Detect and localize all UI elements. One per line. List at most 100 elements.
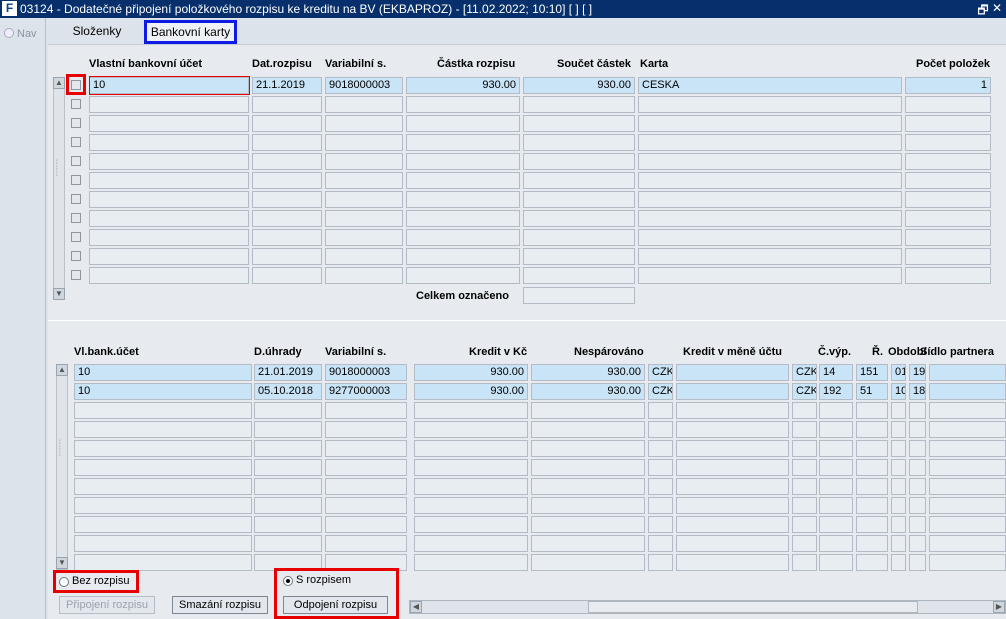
table2-cell[interactable] <box>929 459 1006 476</box>
table2-cell[interactable] <box>531 554 645 571</box>
table2-cell[interactable]: 10 <box>74 383 252 400</box>
table2-cell[interactable] <box>891 554 906 571</box>
table1-cell[interactable] <box>905 172 991 189</box>
table2-cell[interactable] <box>819 478 853 495</box>
table2-header[interactable]: Kredit v měně účtu <box>683 346 782 358</box>
table1-cell[interactable] <box>325 248 403 265</box>
table2-cell[interactable] <box>531 516 645 533</box>
row-select-checkbox[interactable] <box>71 213 81 223</box>
table1-cell[interactable] <box>89 153 249 170</box>
table2-cell[interactable] <box>891 440 906 457</box>
row-select-checkbox[interactable] <box>71 251 81 261</box>
table2-cell[interactable] <box>648 421 673 438</box>
table1-cell[interactable] <box>406 229 520 246</box>
table2-cell[interactable] <box>909 535 926 552</box>
table2-cell[interactable] <box>414 440 528 457</box>
table2-cell[interactable] <box>929 497 1006 514</box>
table2-header[interactable]: Kredit v Kč <box>469 346 527 358</box>
table2-cell[interactable] <box>676 364 789 381</box>
table1-cell[interactable] <box>406 267 520 284</box>
table1-cell[interactable] <box>89 191 249 208</box>
table2-cell[interactable] <box>792 516 817 533</box>
table2-cell[interactable]: 930.00 <box>414 383 528 400</box>
table1-cell[interactable] <box>89 134 249 151</box>
table2-cell[interactable] <box>891 459 906 476</box>
table2-cell[interactable] <box>891 497 906 514</box>
table2-cell[interactable] <box>819 516 853 533</box>
table2-cell[interactable] <box>74 402 252 419</box>
table1-cell[interactable] <box>406 115 520 132</box>
table2-cell[interactable] <box>819 554 853 571</box>
table2-cell[interactable] <box>648 440 673 457</box>
table1-cell[interactable] <box>252 96 322 113</box>
table2-cell[interactable] <box>929 516 1006 533</box>
table2-header[interactable]: Vl.bank.účet <box>74 346 139 358</box>
table2-cell[interactable] <box>909 459 926 476</box>
table2-cell[interactable]: 10 <box>891 383 906 400</box>
table1-cell[interactable] <box>252 229 322 246</box>
table2-cell[interactable]: 14 <box>819 364 853 381</box>
table2-cell[interactable] <box>929 402 1006 419</box>
table2-cell[interactable] <box>414 478 528 495</box>
table2-cell[interactable] <box>891 421 906 438</box>
table2-cell[interactable] <box>856 421 888 438</box>
table2-cell[interactable] <box>74 478 252 495</box>
table2-cell[interactable] <box>792 478 817 495</box>
table2-cell[interactable]: 930.00 <box>414 364 528 381</box>
table2-cell[interactable] <box>929 478 1006 495</box>
table1-header[interactable]: Součet částek <box>557 58 631 70</box>
table1-cell[interactable]: 1 <box>905 77 991 94</box>
table2-cell[interactable] <box>531 402 645 419</box>
table1-cell[interactable] <box>638 229 902 246</box>
scroll-up-icon[interactable]: ▲ <box>56 364 68 376</box>
table1-cell[interactable] <box>252 134 322 151</box>
table1-header[interactable]: Karta <box>640 58 668 70</box>
table2-cell[interactable] <box>254 440 322 457</box>
table1-cell[interactable] <box>325 172 403 189</box>
table2-cell[interactable] <box>891 402 906 419</box>
table1-cell[interactable] <box>89 115 249 132</box>
table2-cell[interactable] <box>676 554 789 571</box>
table2-cell[interactable] <box>74 459 252 476</box>
scroll-down-icon[interactable]: ▼ <box>56 557 68 569</box>
table2-cell[interactable] <box>648 402 673 419</box>
table1-cell[interactable] <box>325 153 403 170</box>
table1-cell[interactable] <box>325 191 403 208</box>
table2-cell[interactable] <box>792 440 817 457</box>
scroll-down-icon[interactable]: ▼ <box>53 288 65 300</box>
table2-cell[interactable] <box>325 440 407 457</box>
table1-cell[interactable]: CESKA <box>638 77 902 94</box>
tab-bankovni-karty[interactable]: Bankovní karty <box>144 20 237 44</box>
table1-cell[interactable] <box>905 210 991 227</box>
table2-cell[interactable] <box>929 554 1006 571</box>
table1-cell[interactable] <box>905 248 991 265</box>
table2-cell[interactable]: 9018000003 <box>325 364 407 381</box>
table1-cell[interactable]: 21.1.2019 <box>252 77 322 94</box>
table2-cell[interactable] <box>819 421 853 438</box>
scroll-right-icon[interactable]: ▶ <box>993 601 1005 613</box>
table2-cell[interactable]: 21.01.2019 <box>254 364 322 381</box>
table1-cell[interactable] <box>523 229 635 246</box>
table2-cell[interactable] <box>648 516 673 533</box>
table1-cell[interactable] <box>523 134 635 151</box>
table2-cell[interactable] <box>909 478 926 495</box>
table2-cell[interactable] <box>254 478 322 495</box>
table2-cell[interactable] <box>819 497 853 514</box>
table2-cell[interactable] <box>929 364 1006 381</box>
table1-cell[interactable] <box>252 248 322 265</box>
table2-cell[interactable] <box>254 421 322 438</box>
table2-cell[interactable] <box>792 554 817 571</box>
table2-cell[interactable] <box>414 497 528 514</box>
table1-cell[interactable] <box>523 96 635 113</box>
row-select-checkbox[interactable] <box>71 270 81 280</box>
table1-cell[interactable] <box>406 248 520 265</box>
table2-cell[interactable] <box>254 402 322 419</box>
table2-cell[interactable] <box>856 478 888 495</box>
table2-cell[interactable] <box>676 383 789 400</box>
row-select-checkbox[interactable] <box>71 118 81 128</box>
table2-cell[interactable] <box>676 459 789 476</box>
table2-cell[interactable] <box>929 421 1006 438</box>
table2-cell[interactable]: 01 <box>891 364 906 381</box>
table2-cell[interactable] <box>909 497 926 514</box>
table1-cell[interactable] <box>252 115 322 132</box>
